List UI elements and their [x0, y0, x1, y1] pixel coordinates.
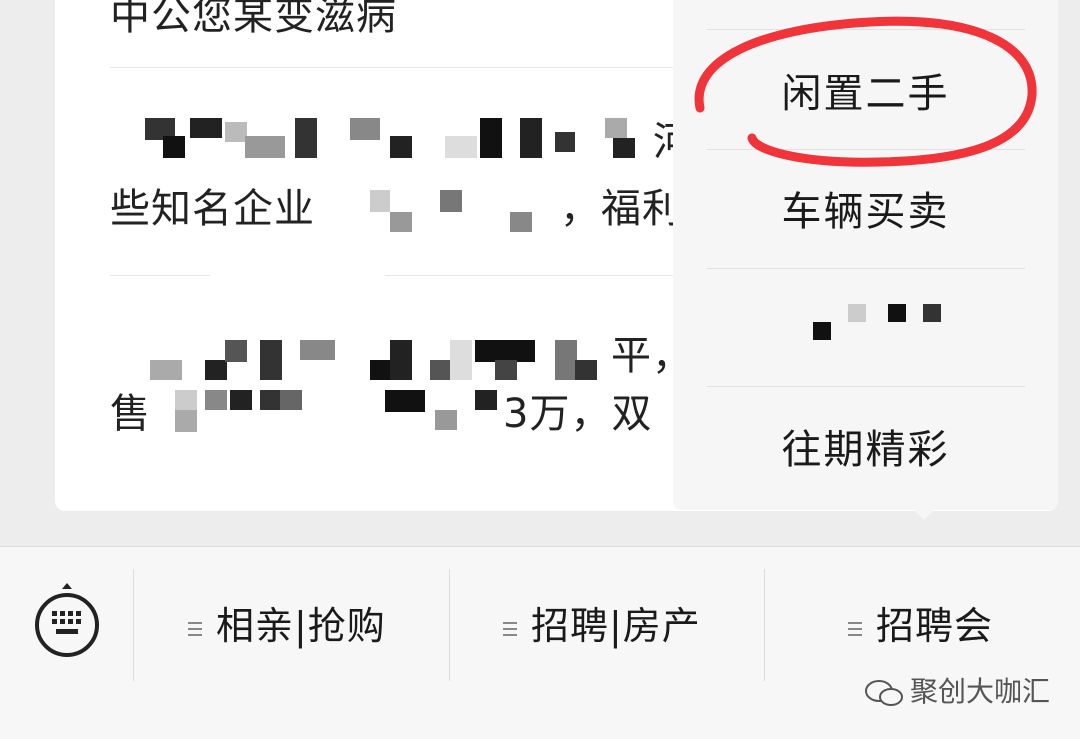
menu-button-job-fair[interactable]: 招聘会	[848, 596, 993, 656]
submenu-item-past-highlights[interactable]: 往期精彩	[673, 420, 1058, 480]
message-row-3-line2-end: 3万，双	[503, 391, 653, 437]
watermark-text: 聚创大咖汇	[910, 675, 1051, 708]
submenu-lines-icon	[188, 618, 202, 640]
submenu-pointer	[912, 508, 936, 520]
submenu-lines-icon	[848, 618, 862, 640]
menu-button-jobs-property[interactable]: 招聘|房产	[503, 596, 701, 656]
submenu-item-redacted[interactable]	[673, 300, 1058, 360]
message-row-3-line2-start: 售	[110, 391, 151, 437]
divider	[449, 569, 450, 681]
submenu-item-idle-secondhand[interactable]: 闲置二手	[673, 64, 1058, 124]
submenu-divider	[707, 149, 1025, 150]
menu-button-label: 相亲|抢购	[216, 604, 386, 648]
pixelated-text	[175, 390, 535, 435]
keyboard-toggle-button[interactable]	[32, 583, 102, 659]
menu-button-label: 招聘会	[876, 604, 994, 648]
submenu-divider	[707, 29, 1025, 30]
menu-button-label: 招聘|房产	[531, 604, 701, 648]
divider	[110, 67, 730, 68]
divider	[110, 275, 210, 276]
divider	[133, 569, 134, 681]
message-row-2-line2-start: 些知名企业	[110, 186, 315, 232]
pixelated-text	[145, 118, 705, 160]
wechat-icon	[865, 680, 903, 706]
pixelated-text	[150, 340, 620, 382]
submenu-divider	[707, 386, 1025, 387]
submenu-lines-icon	[503, 618, 517, 640]
pixelated-text	[370, 190, 550, 235]
menu-button-dating-shopping[interactable]: 相亲|抢购	[188, 596, 386, 656]
watermark: 聚创大咖汇	[864, 672, 1050, 712]
submenu-item-vehicle-trade[interactable]: 车辆买卖	[673, 182, 1058, 242]
divider	[764, 569, 765, 681]
submenu-divider	[707, 268, 1025, 269]
keyboard-icon	[35, 583, 99, 657]
message-row-1[interactable]: 中公您某变滋病	[110, 0, 397, 40]
